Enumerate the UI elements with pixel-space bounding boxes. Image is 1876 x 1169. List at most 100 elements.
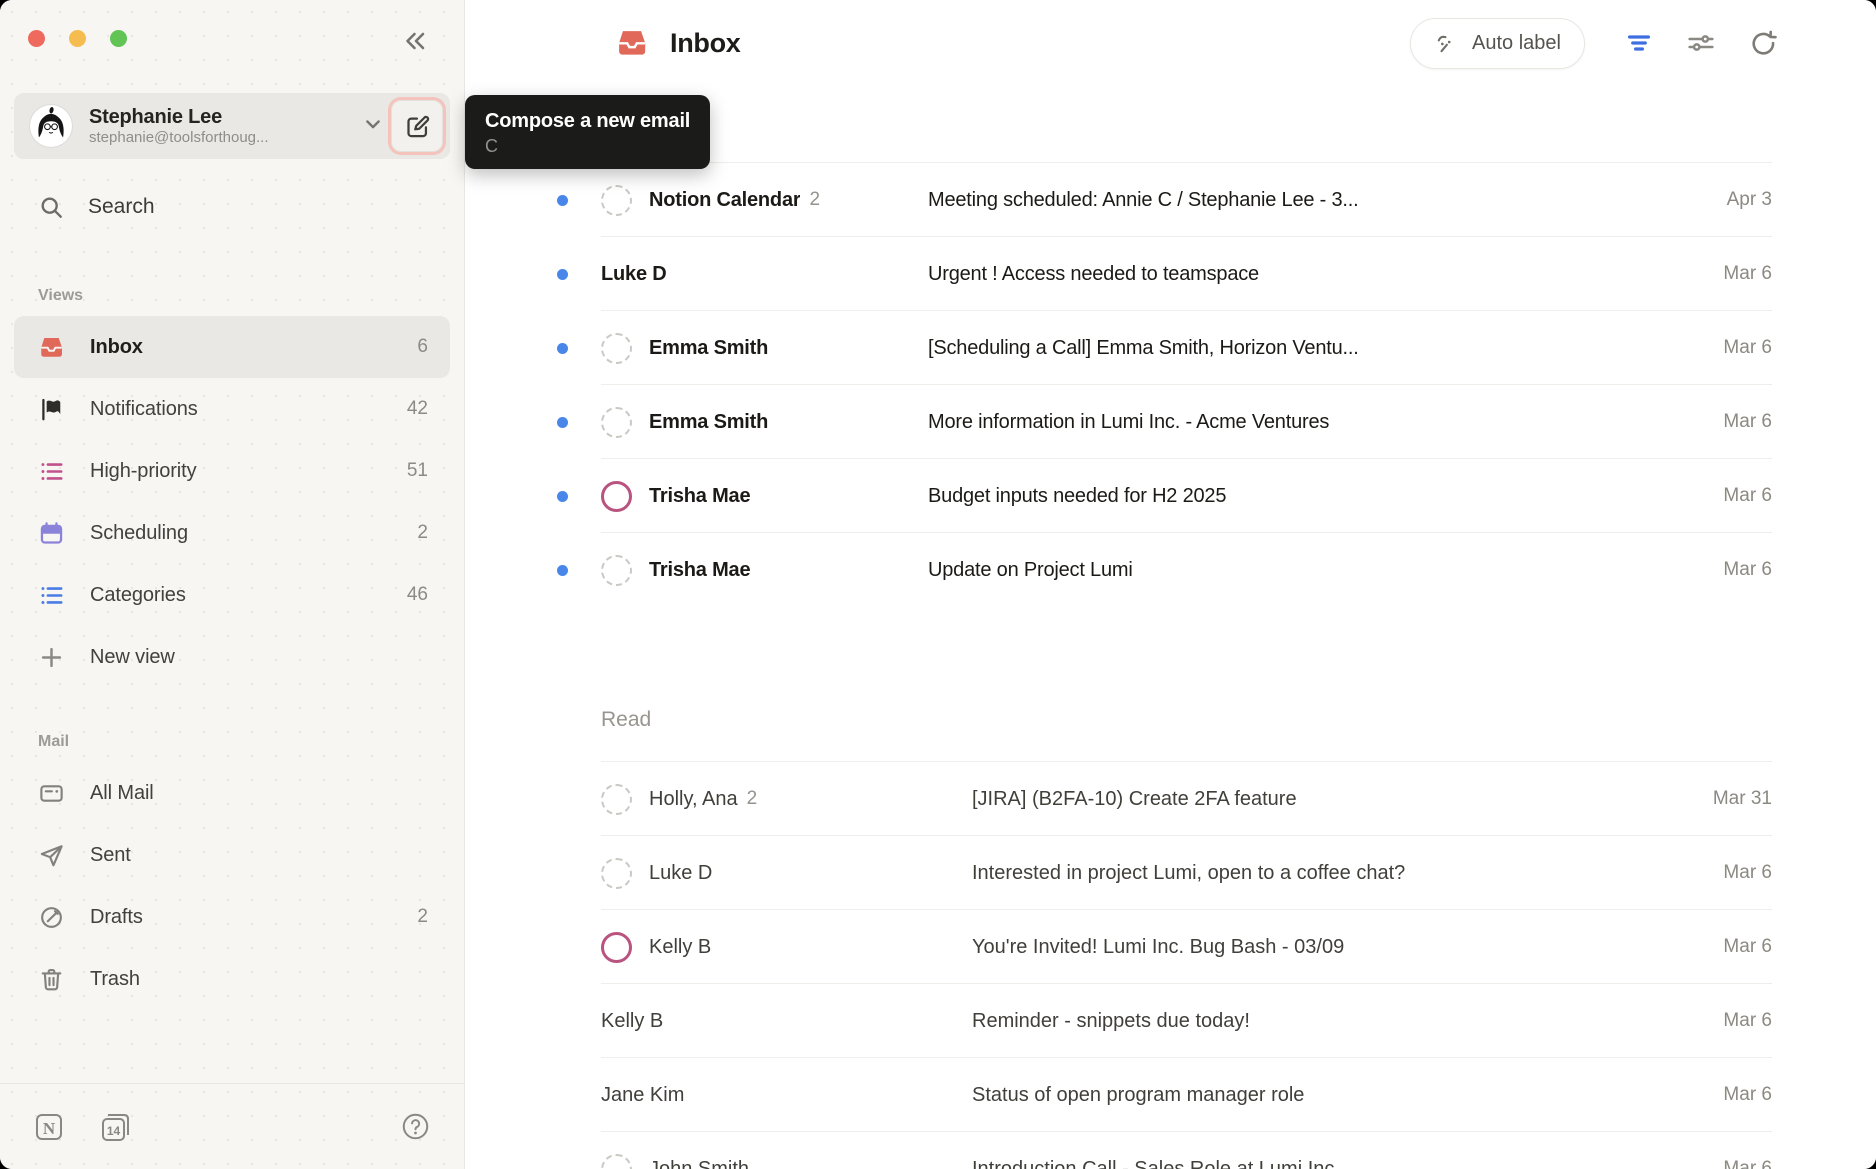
email-row[interactable]: Luke D Interested in project Lumi, open … bbox=[465, 836, 1876, 910]
notion-calendar-icon[interactable]: 14 bbox=[96, 1108, 134, 1146]
close-window-button[interactable] bbox=[28, 30, 45, 47]
email-row[interactable]: Jane Kim Status of open program manager … bbox=[465, 1058, 1876, 1132]
email-date: Mar 6 bbox=[1723, 936, 1772, 958]
account-name: Stephanie Lee bbox=[89, 105, 363, 129]
search-label: Search bbox=[88, 195, 155, 219]
email-row[interactable]: Trisha Mae Budget inputs needed for H2 2… bbox=[465, 459, 1876, 533]
email-date: Mar 6 bbox=[1723, 263, 1772, 285]
avatar-placeholder[interactable] bbox=[601, 407, 632, 438]
read-section-label: Read bbox=[601, 705, 1876, 735]
email-row[interactable]: Kelly B Reminder - snippets due today! M… bbox=[465, 984, 1876, 1058]
zoom-window-button[interactable] bbox=[110, 30, 127, 47]
sidebar-item-inbox[interactable]: Inbox 6 bbox=[14, 316, 450, 378]
filter-icon[interactable] bbox=[1621, 25, 1657, 61]
all-mail-icon bbox=[38, 780, 65, 807]
sidebar-item-trash[interactable]: Trash bbox=[14, 948, 450, 1010]
sidebar-item-categories[interactable]: Categories 46 bbox=[14, 564, 450, 626]
avatar-placeholder[interactable] bbox=[601, 185, 632, 216]
sidebar-item-label: High-priority bbox=[90, 460, 197, 483]
unread-dot bbox=[557, 195, 568, 206]
search-icon bbox=[38, 194, 65, 221]
email-subject: [JIRA] (B2FA-10) Create 2FA feature bbox=[972, 788, 1683, 811]
sidebar-item-notifications[interactable]: Notifications 42 bbox=[14, 378, 450, 440]
email-subject: Introduction Call - Sales Role at Lumi I… bbox=[972, 1158, 1693, 1169]
notion-logo-icon[interactable]: N bbox=[30, 1108, 68, 1146]
email-row[interactable]: Holly, Ana2 [JIRA] (B2FA-10) Create 2FA … bbox=[465, 762, 1876, 836]
email-date: Mar 6 bbox=[1723, 411, 1772, 433]
email-row[interactable]: Emma Smith [Scheduling a Call] Emma Smit… bbox=[465, 311, 1876, 385]
help-icon[interactable] bbox=[396, 1108, 434, 1146]
avatar-placeholder[interactable] bbox=[601, 858, 632, 889]
sent-icon bbox=[38, 842, 65, 869]
list-icon bbox=[38, 582, 65, 609]
list-header: Inbox Auto label bbox=[465, 0, 1876, 86]
account-info: Stephanie Lee stephanie@toolsforthoug... bbox=[89, 105, 363, 147]
page-title: Inbox bbox=[670, 28, 741, 59]
email-sender: Holly, Ana bbox=[649, 788, 738, 811]
email-row[interactable]: Notion Calendar2 Meeting scheduled: Anni… bbox=[465, 163, 1876, 237]
email-date: Mar 6 bbox=[1723, 862, 1772, 884]
compose-button[interactable] bbox=[391, 100, 443, 152]
trash-icon bbox=[38, 966, 65, 993]
email-date: Mar 6 bbox=[1723, 1084, 1772, 1106]
email-sender: John Smith bbox=[649, 1158, 749, 1169]
app-window: Stephanie Lee stephanie@toolsforthoug...… bbox=[0, 0, 1876, 1169]
sidebar-item-label: All Mail bbox=[90, 782, 154, 805]
search-button[interactable]: Search bbox=[14, 182, 450, 232]
sidebar-item-high-priority[interactable]: High-priority 51 bbox=[14, 440, 450, 502]
email-sender: Kelly B bbox=[601, 1010, 663, 1033]
email-row[interactable]: Trisha Mae Update on Project Lumi Mar 6 bbox=[465, 533, 1876, 607]
email-subject: Meeting scheduled: Annie C / Stephanie L… bbox=[928, 189, 1697, 212]
email-subject: More information in Lumi Inc. - Acme Ven… bbox=[928, 411, 1693, 434]
avatar-placeholder[interactable] bbox=[601, 555, 632, 586]
sidebar-item-sent[interactable]: Sent bbox=[14, 824, 450, 886]
sidebar-item-label: Trash bbox=[90, 968, 140, 991]
sidebar-item-count: 46 bbox=[407, 584, 428, 606]
email-row[interactable]: Kelly B You're Invited! Lumi Inc. Bug Ba… bbox=[465, 910, 1876, 984]
unread-dot bbox=[557, 417, 568, 428]
email-sender: Luke D bbox=[649, 862, 712, 885]
plus-icon bbox=[38, 644, 65, 671]
sidebar-item-drafts[interactable]: Drafts 2 bbox=[14, 886, 450, 948]
collapse-sidebar-button[interactable] bbox=[396, 22, 434, 60]
email-row[interactable]: John Smith Introduction Call - Sales Rol… bbox=[465, 1132, 1876, 1169]
email-subject: Reminder - snippets due today! bbox=[972, 1010, 1693, 1033]
email-sender: Trisha Mae bbox=[649, 559, 750, 582]
email-sender: Jane Kim bbox=[601, 1084, 684, 1107]
display-settings-icon[interactable] bbox=[1683, 25, 1719, 61]
email-sender: Emma Smith bbox=[649, 411, 768, 434]
avatar-placeholder[interactable] bbox=[601, 784, 632, 815]
sidebar: Stephanie Lee stephanie@toolsforthoug...… bbox=[0, 0, 465, 1169]
email-date: Mar 6 bbox=[1723, 1158, 1772, 1169]
auto-label-button[interactable]: Auto label bbox=[1410, 18, 1585, 69]
new-view-button[interactable]: New view bbox=[14, 626, 450, 688]
account-email: stephanie@toolsforthoug... bbox=[89, 129, 363, 147]
unread-dot bbox=[557, 565, 568, 576]
list-icon bbox=[38, 458, 65, 485]
email-row[interactable]: Emma Smith More information in Lumi Inc.… bbox=[465, 385, 1876, 459]
email-row[interactable]: Luke D Urgent ! Access needed to teamspa… bbox=[465, 237, 1876, 311]
avatar-ring[interactable] bbox=[601, 932, 632, 963]
account-switcher[interactable]: Stephanie Lee stephanie@toolsforthoug... bbox=[14, 93, 450, 159]
sidebar-item-label: Notifications bbox=[90, 398, 198, 421]
user-avatar bbox=[30, 105, 72, 147]
tooltip-title: Compose a new email bbox=[485, 108, 690, 134]
mail-list-pane: Inbox Auto label bbox=[465, 0, 1876, 1169]
avatar-placeholder[interactable] bbox=[601, 1154, 632, 1169]
sidebar-item-scheduling[interactable]: Scheduling 2 bbox=[14, 502, 450, 564]
avatar-ring[interactable] bbox=[601, 481, 632, 512]
sidebar-item-count: 51 bbox=[407, 460, 428, 482]
inbox-icon bbox=[615, 26, 649, 60]
svg-text:14: 14 bbox=[107, 1124, 121, 1138]
refresh-icon[interactable] bbox=[1745, 25, 1781, 61]
avatar-placeholder[interactable] bbox=[601, 333, 632, 364]
minimize-window-button[interactable] bbox=[69, 30, 86, 47]
email-date: Mar 6 bbox=[1723, 485, 1772, 507]
sidebar-item-all-mail[interactable]: All Mail bbox=[14, 762, 450, 824]
mail-section-label: Mail bbox=[14, 722, 450, 762]
drafts-icon bbox=[38, 904, 65, 931]
sidebar-item-count: 2 bbox=[417, 906, 428, 928]
sidebar-item-label: Inbox bbox=[90, 336, 143, 359]
email-subject: Budget inputs needed for H2 2025 bbox=[928, 485, 1693, 508]
email-sender: Notion Calendar bbox=[649, 189, 800, 212]
